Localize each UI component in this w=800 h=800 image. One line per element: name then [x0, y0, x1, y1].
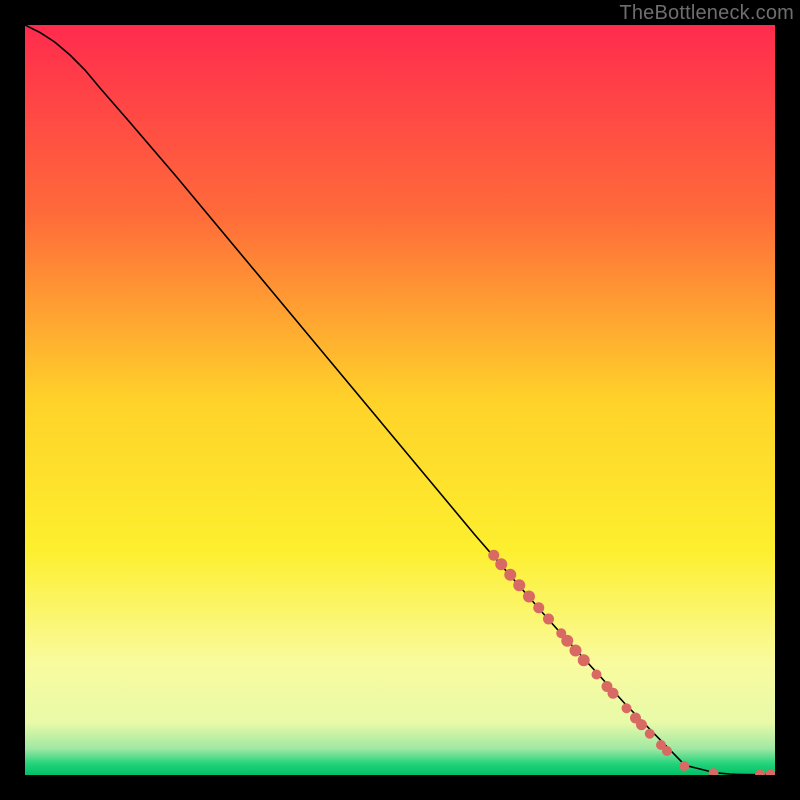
data-marker: [636, 719, 647, 730]
data-marker: [679, 761, 689, 771]
data-marker: [533, 602, 544, 613]
data-marker: [622, 703, 632, 713]
chart-background: [25, 25, 775, 775]
data-marker: [543, 614, 554, 625]
data-marker: [513, 579, 525, 591]
data-marker: [592, 670, 602, 680]
data-marker: [495, 558, 507, 570]
data-marker: [488, 550, 499, 561]
data-marker: [561, 635, 573, 647]
data-marker: [578, 654, 590, 666]
data-marker: [645, 729, 655, 739]
chart-stage: TheBottleneck.com: [0, 0, 800, 800]
data-marker: [608, 688, 619, 699]
data-marker: [504, 569, 516, 581]
bottleneck-chart: [25, 25, 775, 775]
data-marker: [523, 591, 535, 603]
data-marker: [570, 645, 582, 657]
data-marker: [662, 746, 672, 756]
attribution-label: TheBottleneck.com: [619, 2, 794, 25]
